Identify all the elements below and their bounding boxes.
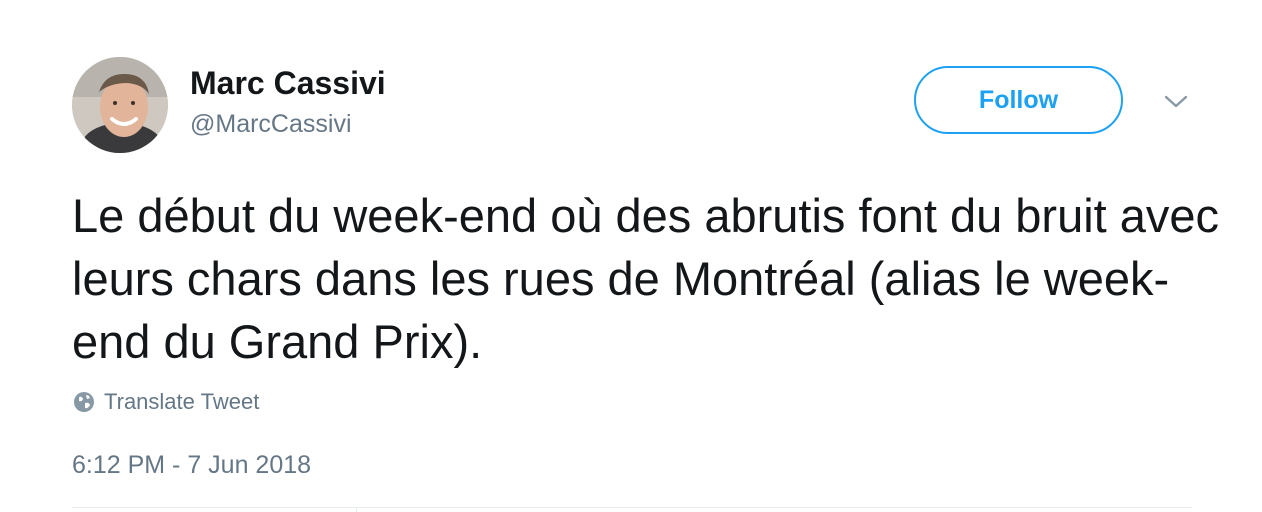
avatar-photo	[72, 57, 168, 153]
chevron-down-icon[interactable]	[1160, 88, 1192, 116]
tweet-text: Le début du week-end où des abrutis font…	[72, 189, 1220, 368]
translate-tweet-link[interactable]: Translate Tweet	[73, 388, 259, 416]
translate-label: Translate Tweet	[104, 389, 260, 414]
follow-button[interactable]: Follow	[914, 66, 1123, 134]
divider	[72, 507, 1192, 508]
globe-icon	[73, 391, 95, 413]
author-name[interactable]: Marc Cassivi	[190, 64, 386, 102]
author-handle[interactable]: @MarcCassivi	[190, 109, 352, 139]
avatar[interactable]	[72, 57, 168, 153]
tweet-card: Marc Cassivi @MarcCassivi Follow Le débu…	[0, 0, 1262, 512]
tweet-timestamp[interactable]: 6:12 PM - 7 Jun 2018	[72, 450, 311, 480]
divider-tick	[356, 507, 357, 512]
